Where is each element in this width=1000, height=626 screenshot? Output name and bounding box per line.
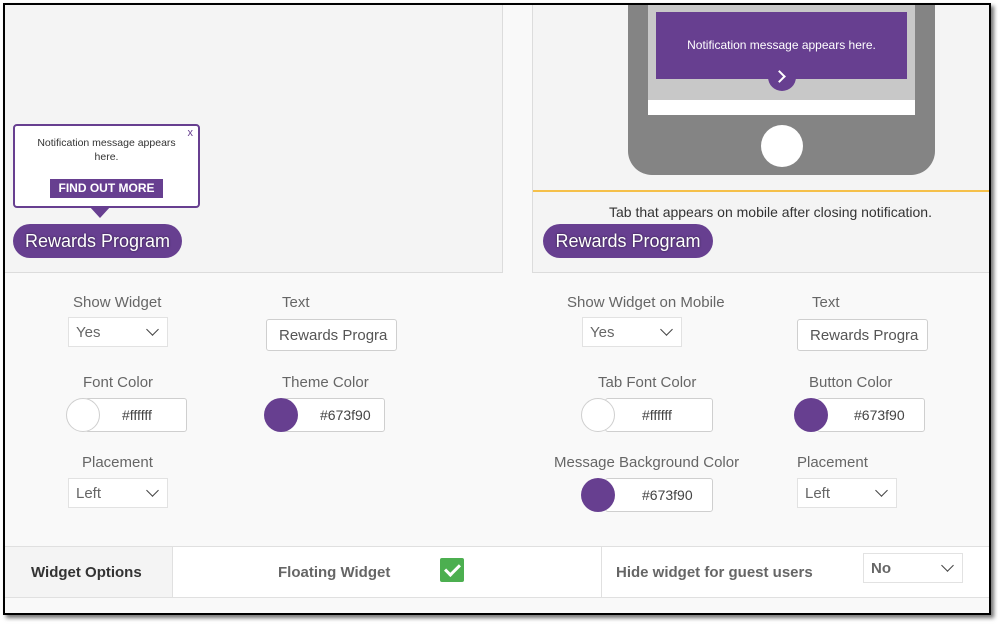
bottom-bar-divider: [601, 547, 602, 597]
show-widget-mobile-label: Show Widget on Mobile: [567, 294, 725, 311]
mobile-tab-caption: Tab that appears on mobile after closing…: [609, 204, 932, 220]
message-bg-color-input[interactable]: #673f90: [605, 478, 713, 512]
find-out-more-button[interactable]: FIND OUT MORE: [50, 179, 163, 198]
widget-options-tab[interactable]: Widget Options: [5, 547, 173, 597]
phone-notification-message: Notification message appears here.: [687, 38, 876, 52]
chevron-down-icon: [146, 484, 159, 497]
show-widget-select[interactable]: Yes: [68, 317, 168, 347]
phone-chevron-button[interactable]: [768, 63, 796, 91]
notification-popup: x Notification message appears here. FIN…: [13, 124, 200, 208]
chevron-right-icon: [773, 70, 786, 83]
chevron-down-icon: [660, 323, 673, 336]
show-widget-mobile-value: Yes: [590, 324, 615, 341]
popup-pointer: [89, 206, 111, 218]
message-bg-color-label: Message Background Color: [554, 454, 740, 471]
checkmark-icon: [444, 560, 461, 577]
text-label: Text: [282, 294, 310, 311]
show-widget-label: Show Widget: [73, 294, 162, 311]
mobile-placement-label: Placement: [797, 454, 868, 471]
bottom-options-bar: Widget Options Floating Widget Hide widg…: [5, 546, 989, 598]
placement-value: Left: [76, 485, 102, 502]
rewards-tab-mobile[interactable]: Rewards Program: [543, 224, 713, 258]
widget-settings-window: x Notification message appears here. FIN…: [3, 3, 991, 615]
button-color-input[interactable]: #673f90: [817, 398, 925, 432]
popup-close-icon[interactable]: x: [188, 127, 194, 139]
placement-label: Placement: [82, 454, 153, 471]
show-widget-value: Yes: [76, 324, 101, 341]
font-color-input[interactable]: #ffffff: [85, 398, 187, 432]
theme-color-swatch[interactable]: [264, 398, 298, 432]
button-color-swatch[interactable]: [794, 398, 828, 432]
tab-font-color-label: Tab Font Color: [598, 374, 697, 391]
popup-message: Notification message appears here.: [37, 137, 176, 163]
button-color-label: Button Color: [809, 374, 893, 391]
font-color-label: Font Color: [83, 374, 154, 391]
chevron-down-icon: [875, 484, 888, 497]
mobile-placement-value: Left: [805, 485, 831, 502]
font-color-swatch[interactable]: [66, 398, 100, 432]
theme-color-input[interactable]: #673f90: [283, 398, 385, 432]
widget-options-label: Widget Options: [31, 564, 142, 581]
placement-select[interactable]: Left: [68, 478, 168, 508]
theme-color-label: Theme Color: [282, 374, 369, 391]
floating-widget-checkbox[interactable]: [440, 558, 464, 582]
widget-text-input[interactable]: Rewards Progra: [266, 319, 397, 351]
message-bg-color-swatch[interactable]: [581, 478, 615, 512]
phone-home-button: [761, 125, 803, 167]
mobile-placement-select[interactable]: Left: [797, 478, 897, 508]
hide-guest-value: No: [871, 560, 891, 577]
floating-widget-label: Floating Widget: [278, 564, 391, 581]
mobile-text-label: Text: [812, 294, 840, 311]
tab-font-color-input[interactable]: #ffffff: [605, 398, 713, 432]
show-widget-mobile-select[interactable]: Yes: [582, 317, 682, 347]
rewards-tab-desktop[interactable]: Rewards Program: [13, 224, 182, 258]
hide-guest-label: Hide widget for guest users: [616, 564, 813, 581]
mobile-text-input[interactable]: Rewards Progra: [797, 319, 928, 351]
preview-divider-line: [533, 190, 989, 192]
hide-guest-select[interactable]: No: [863, 553, 963, 583]
chevron-down-icon: [941, 559, 954, 572]
chevron-down-icon: [146, 323, 159, 336]
tab-font-color-swatch[interactable]: [581, 398, 615, 432]
